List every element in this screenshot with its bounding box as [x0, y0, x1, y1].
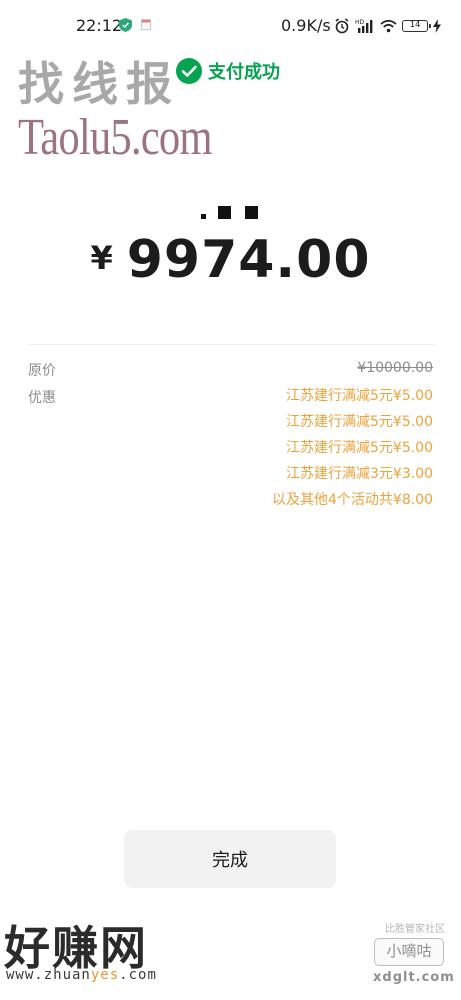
status-time: 22:12 — [76, 16, 123, 35]
divider — [28, 344, 434, 345]
shield-icon — [119, 18, 132, 32]
status-icons: HD 14 — [334, 17, 441, 35]
watermark-top-en: Taolu5.com — [18, 109, 212, 166]
watermark-top-cn: 找线报 — [18, 57, 180, 111]
charging-icon — [433, 19, 441, 33]
svg-text:HD: HD — [355, 19, 365, 26]
success-title: 支付成功 — [208, 62, 280, 83]
amount-value: 9974.00 — [126, 230, 371, 290]
done-button[interactable]: 完成 — [124, 830, 336, 888]
check-circle-icon — [176, 58, 202, 84]
watermark-bottom-url: www.zhuanyes.com — [6, 967, 157, 983]
watermark-br-box: 小嘀咕 — [374, 938, 444, 966]
pay-success-header: 支付成功 — [176, 58, 280, 84]
watermark-br-domain: xdglt.com — [373, 970, 455, 985]
hd-signal-icon: HD — [355, 19, 373, 33]
discount-item: 江苏建行满减5元¥5.00 — [286, 440, 433, 456]
discount-list: 江苏建行满减5元¥5.00 江苏建行满减5元¥5.00 江苏建行满减5元¥5.0… — [272, 387, 433, 517]
original-price-label: 原价 — [28, 363, 56, 379]
discount-item: 以及其他4个活动共¥8.00 — [272, 492, 433, 508]
watermark-url-mid: yes — [90, 967, 120, 983]
discount-item: 江苏建行满减3元¥3.00 — [286, 466, 433, 482]
currency-symbol: ¥ — [90, 239, 113, 277]
network-speed: 0.9K/s — [281, 16, 331, 35]
status-bar: 22:12 0.9K/s HD 14 — [0, 0, 461, 50]
flag-icon — [141, 19, 151, 30]
watermark-url-pre: www.zhuan — [6, 967, 91, 983]
discount-item: 江苏建行满减5元¥5.00 — [286, 414, 433, 430]
battery-icon: 14 — [402, 20, 431, 32]
watermark-br-top: 比胜管家社区 — [385, 924, 445, 935]
wifi-icon — [380, 19, 397, 33]
payment-amount: ¥9974.00 — [0, 230, 461, 290]
redacted-merchant-name — [201, 204, 261, 220]
watermark-url-post: .com — [119, 967, 157, 983]
alarm-icon — [335, 18, 349, 34]
discount-item: 江苏建行满减5元¥5.00 — [286, 388, 433, 404]
discount-label: 优惠 — [28, 390, 56, 406]
original-price-value: ¥10000.00 — [357, 360, 433, 376]
